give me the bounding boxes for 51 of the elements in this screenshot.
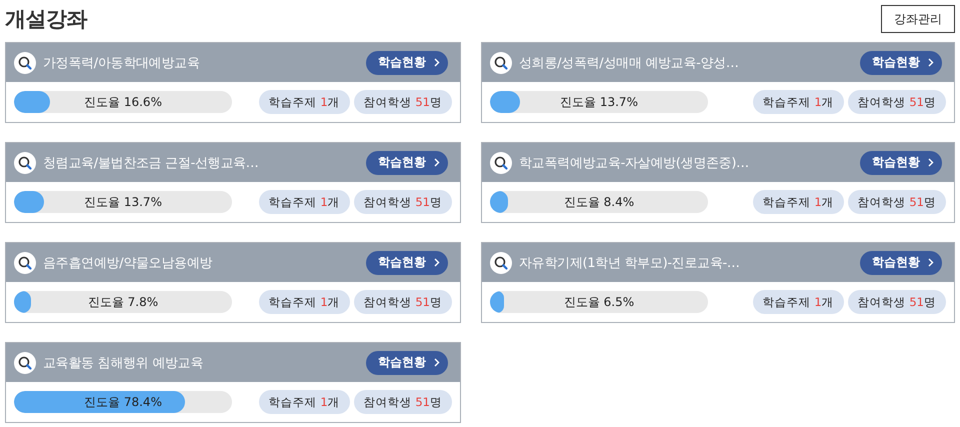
chevron-right-icon xyxy=(928,258,934,267)
course-title: 학교폭력예방교육-자살예방(생명존중)… xyxy=(519,154,750,172)
progress-label: 진도율 13.7% xyxy=(560,94,638,110)
student-count-badge: 참여학생 51명 xyxy=(354,390,452,414)
learning-status-button[interactable]: 학습현황 xyxy=(860,150,942,174)
topic-count-badge: 학습주제 1개 xyxy=(258,190,350,214)
page-title: 개설강좌 xyxy=(5,6,87,33)
progress-label: 진도율 78.4% xyxy=(84,394,162,410)
search-icon xyxy=(490,152,512,174)
student-count-badge: 참여학생 51명 xyxy=(354,90,452,114)
manage-courses-button[interactable]: 강좌관리 xyxy=(881,5,955,33)
student-count-badge: 참여학생 51명 xyxy=(354,190,452,214)
progress-label: 진도율 6.5% xyxy=(564,294,634,310)
course-title: 음주흡연예방/약물오남용예방 xyxy=(43,254,214,272)
topic-count-badge: 학습주제 1개 xyxy=(752,190,844,214)
progress-label: 진도율 8.4% xyxy=(564,194,634,210)
chevron-right-icon xyxy=(434,358,440,367)
progress-label: 진도율 16.6% xyxy=(84,94,162,110)
learning-status-button[interactable]: 학습현황 xyxy=(860,250,942,274)
search-icon xyxy=(490,52,512,74)
progress-label: 진도율 7.8% xyxy=(88,294,158,310)
chevron-right-icon xyxy=(434,258,440,267)
course-title: 성희롱/성폭력/성매매 예방교육-양성… xyxy=(519,54,740,72)
chevron-right-icon xyxy=(434,158,440,167)
search-icon xyxy=(490,252,512,274)
chevron-right-icon xyxy=(434,58,440,67)
course-title: 자유학기제(1학년 학부모)-진로교육-… xyxy=(519,254,741,272)
learning-status-button[interactable]: 학습현황 xyxy=(860,50,942,74)
progress-label: 진도율 13.7% xyxy=(84,194,162,210)
student-count-badge: 참여학생 51명 xyxy=(848,290,946,314)
learning-status-button[interactable]: 학습현황 xyxy=(366,350,448,374)
student-count-badge: 참여학생 51명 xyxy=(354,290,452,314)
topic-count-badge: 학습주제 1개 xyxy=(752,90,844,114)
search-icon xyxy=(14,352,36,374)
student-count-badge: 참여학생 51명 xyxy=(848,90,946,114)
chevron-right-icon xyxy=(928,158,934,167)
topic-count-badge: 학습주제 1개 xyxy=(258,290,350,314)
search-icon xyxy=(14,152,36,174)
course-title: 교육활동 침해행위 예방교육 xyxy=(43,354,204,372)
search-icon xyxy=(14,252,36,274)
topic-count-badge: 학습주제 1개 xyxy=(258,390,350,414)
student-count-badge: 참여학생 51명 xyxy=(848,190,946,214)
learning-status-button[interactable]: 학습현황 xyxy=(366,150,448,174)
learning-status-button[interactable]: 학습현황 xyxy=(366,250,448,274)
topic-count-badge: 학습주제 1개 xyxy=(752,290,844,314)
course-title: 청렴교육/불법찬조금 근절-선행교육… xyxy=(43,154,260,172)
topic-count-badge: 학습주제 1개 xyxy=(258,90,350,114)
search-icon xyxy=(14,52,36,74)
chevron-right-icon xyxy=(928,58,934,67)
learning-status-button[interactable]: 학습현황 xyxy=(366,50,448,74)
course-title: 가정폭력/아동학대예방교육 xyxy=(43,54,200,72)
